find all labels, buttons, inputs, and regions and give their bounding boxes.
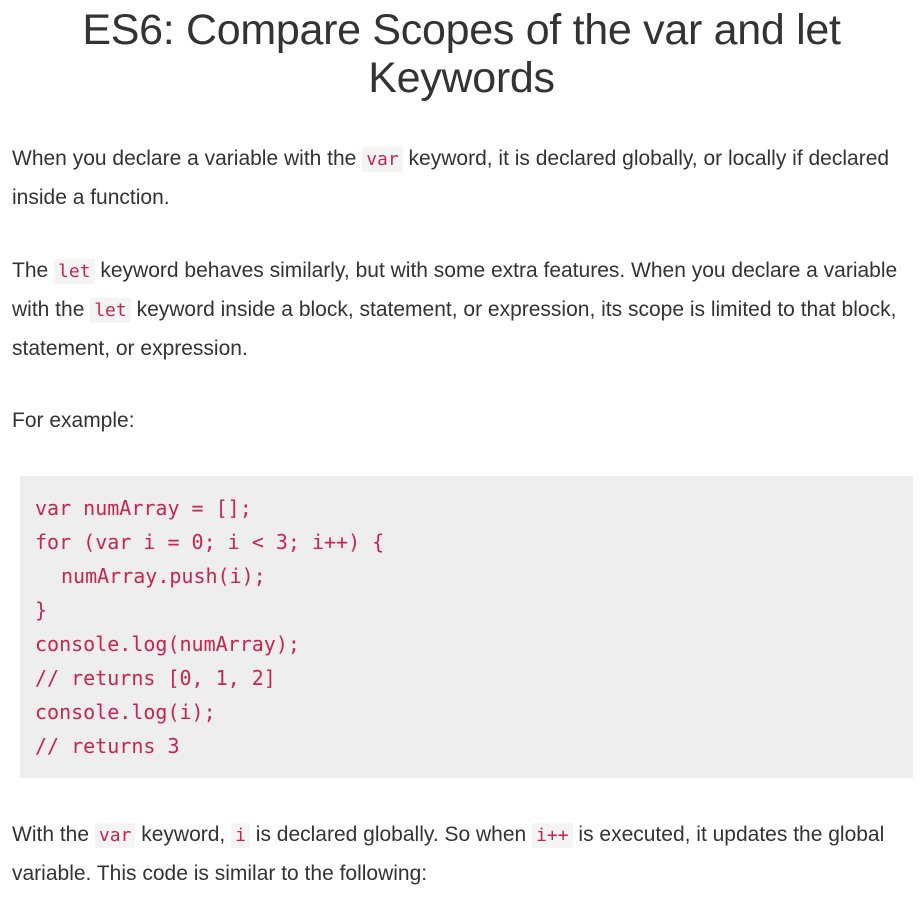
code-example-block: var numArray = []; for (var i = 0; i < 3… (20, 476, 913, 778)
paragraph-text: When you declare a variable with the (12, 147, 363, 170)
inline-code-var: var (94, 823, 136, 848)
paragraph-text: The (12, 259, 55, 282)
inline-code-let: let (54, 259, 95, 284)
page-title: ES6: Compare Scopes of the var and let K… (82, 6, 841, 102)
inline-code-var: var (362, 147, 403, 172)
paragraph-text: keyword, (135, 823, 232, 846)
paragraph-var-explanation: With the var keyword, i is declared glob… (12, 816, 912, 893)
challenge-page: ES6: Compare Scopes of the var and let K… (0, 0, 923, 897)
code-line: numArray.push(i); (61, 564, 266, 588)
paragraph-text: With the (12, 823, 95, 846)
code-line: for (var i = 0; i < 3; i++) { (35, 530, 385, 554)
paragraph-text: keyword inside a block, statement, or ex… (12, 298, 897, 360)
paragraph-for-example: For example: (12, 409, 135, 432)
paragraph-let-intro: The let keyword behaves similarly, but w… (12, 252, 912, 368)
inline-code-i: i (231, 823, 250, 848)
inline-code-let: let (90, 298, 131, 323)
code-line: var numArray = []; (35, 496, 252, 520)
code-line: console.log(i); (35, 700, 216, 724)
paragraph-text: is declared globally. So when (249, 823, 533, 846)
code-line: // returns 3 (35, 734, 180, 758)
code-line: console.log(numArray); (35, 632, 300, 656)
code-line: // returns [0, 1, 2] (35, 666, 276, 690)
paragraph-var-intro: When you declare a variable with the var… (12, 140, 912, 217)
inline-code-i-increment: i++ (532, 823, 573, 848)
code-line: } (35, 598, 48, 622)
